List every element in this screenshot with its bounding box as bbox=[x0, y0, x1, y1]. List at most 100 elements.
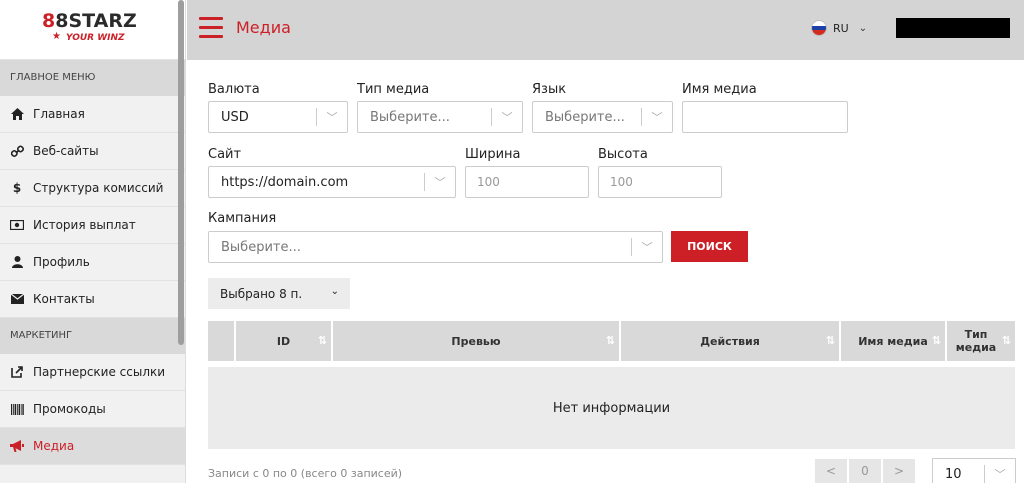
chevron-down-icon: ⌄ bbox=[858, 22, 868, 34]
chevron-down-icon: ﹀ bbox=[326, 111, 338, 124]
sidebar-item-label: Веб-сайты bbox=[33, 144, 99, 158]
sort-icon: ⇅ bbox=[605, 334, 615, 347]
currency-select[interactable]: USD ﹀ bbox=[208, 101, 348, 133]
sidebar-item-commission[interactable]: $ Структура комиссий bbox=[0, 170, 185, 207]
sidebar: 88STARZ ★ YOUR WINZ ГЛАВНОЕ МЕНЮ Главная… bbox=[0, 0, 186, 483]
media-type-select[interactable]: Выберите... ﹀ bbox=[357, 101, 523, 133]
hamburger-line bbox=[199, 35, 223, 38]
page-size-select[interactable]: 10 ﹀ bbox=[932, 458, 1016, 483]
sidebar-item-websites[interactable]: Веб-сайты bbox=[0, 133, 185, 170]
link-icon bbox=[9, 144, 25, 158]
sidebar-item-profile[interactable]: Профиль bbox=[0, 244, 185, 281]
sidebar-item-label: Контакты bbox=[33, 292, 95, 306]
barcode-icon bbox=[9, 403, 25, 415]
home-icon bbox=[9, 108, 25, 120]
width-placeholder: 100 bbox=[477, 175, 500, 189]
columns-selector-label: Выбрано 8 п. bbox=[220, 286, 303, 301]
site-label: Сайт bbox=[208, 147, 242, 162]
records-info: Записи с 0 по 0 (всего 0 записей) bbox=[208, 467, 403, 480]
column-header-label: ID bbox=[276, 334, 291, 348]
campaign-label: Кампания bbox=[208, 211, 277, 226]
campaign-placeholder: Выберите... bbox=[221, 239, 301, 255]
height-label: Высота bbox=[598, 147, 648, 162]
site-select[interactable]: https://domain.com ﹀ bbox=[208, 166, 456, 198]
width-input[interactable]: 100 bbox=[465, 166, 589, 198]
column-header-media-name[interactable]: Имя медиа ⇅ bbox=[841, 321, 947, 361]
site-value: https://domain.com bbox=[221, 174, 349, 190]
language-select[interactable]: Выберите... ﹀ bbox=[532, 101, 673, 133]
brand-logo[interactable]: 88STARZ ★ YOUR WINZ bbox=[0, 0, 185, 60]
sort-icon: ⇅ bbox=[1001, 334, 1011, 347]
column-header-label: Тип медиа bbox=[955, 328, 997, 354]
height-placeholder: 100 bbox=[610, 175, 633, 189]
table-header: ID ⇅ Превью ⇅ Действия ⇅ Имя медиа ⇅ Тип мед… bbox=[208, 321, 1015, 361]
column-header-label: Имя медиа bbox=[858, 334, 928, 348]
user-account-redacted[interactable] bbox=[896, 18, 1010, 38]
columns-selector-dropdown[interactable]: Выбрано 8 п. ⌄ bbox=[208, 278, 350, 309]
sidebar-item-affiliate-links[interactable]: Партнерские ссылки bbox=[0, 354, 185, 391]
section-header-main: ГЛАВНОЕ МЕНЮ bbox=[0, 60, 185, 96]
media-type-label: Тип медиа bbox=[357, 82, 430, 97]
media-type-placeholder: Выберите... bbox=[370, 109, 450, 125]
external-link-icon bbox=[9, 366, 25, 378]
star-icon: ★ bbox=[52, 31, 61, 42]
chevron-down-icon: ﹀ bbox=[994, 468, 1006, 481]
column-header-preview[interactable]: Превью ⇅ bbox=[333, 321, 621, 361]
media-name-input[interactable] bbox=[682, 101, 848, 133]
current-page[interactable]: 0 bbox=[848, 458, 882, 483]
column-header-select[interactable] bbox=[208, 321, 236, 361]
width-label: Ширина bbox=[465, 147, 521, 162]
sidebar-item-label: Промокоды bbox=[33, 402, 106, 416]
sidebar-scrollbar[interactable] bbox=[178, 0, 184, 345]
sidebar-item-label: Медиа bbox=[33, 439, 75, 453]
top-bar: Медиа RU ⌄ bbox=[187, 0, 1024, 60]
chevron-down-icon: ﹀ bbox=[651, 111, 663, 124]
money-icon bbox=[9, 220, 25, 230]
next-page-button[interactable]: > bbox=[882, 458, 916, 483]
prev-page-button[interactable]: < bbox=[814, 458, 848, 483]
sidebar-item-label: Главная bbox=[33, 107, 85, 121]
sidebar-item-label: Профиль bbox=[33, 255, 90, 269]
language-placeholder: Выберите... bbox=[545, 109, 625, 125]
currency-label: Валюта bbox=[208, 82, 260, 97]
column-header-label: Действия bbox=[700, 334, 760, 348]
bullhorn-icon bbox=[9, 440, 25, 452]
sidebar-item-home[interactable]: Главная bbox=[0, 96, 185, 133]
sidebar-item-label: История выплат bbox=[33, 218, 136, 232]
chevron-down-icon: ⌄ bbox=[330, 286, 339, 297]
sidebar-item-label: Структура комиссий bbox=[33, 181, 164, 195]
sort-icon: ⇅ bbox=[931, 334, 941, 347]
currency-value: USD bbox=[221, 109, 249, 125]
page-size-value: 10 bbox=[945, 466, 962, 482]
section-header-marketing: МАРКЕТИНГ bbox=[0, 318, 185, 354]
sidebar-item-media[interactable]: Медиа bbox=[0, 428, 185, 465]
table-empty-row: Нет информации bbox=[208, 367, 1015, 449]
column-header-label: Превью bbox=[451, 334, 501, 348]
campaign-select[interactable]: Выберите... ﹀ bbox=[208, 231, 663, 263]
hamburger-line bbox=[199, 26, 223, 29]
media-name-label: Имя медиа bbox=[682, 82, 757, 97]
envelope-icon bbox=[9, 294, 25, 304]
user-icon bbox=[9, 256, 25, 268]
chevron-down-icon: ﹀ bbox=[434, 176, 446, 189]
sidebar-item-contacts[interactable]: Контакты bbox=[0, 281, 185, 318]
language-label: Язык bbox=[532, 82, 567, 97]
page-title: Медиа bbox=[236, 18, 291, 37]
hamburger-icon bbox=[199, 17, 223, 20]
language-code: RU bbox=[833, 21, 849, 35]
chevron-down-icon: ﹀ bbox=[641, 241, 653, 254]
menu-toggle-button[interactable] bbox=[199, 17, 223, 39]
column-header-actions[interactable]: Действия ⇅ bbox=[621, 321, 841, 361]
sidebar-item-promocodes[interactable]: Промокоды bbox=[0, 391, 185, 428]
column-header-id[interactable]: ID ⇅ bbox=[236, 321, 333, 361]
logo-text: 88STARZ bbox=[42, 10, 137, 32]
sidebar-item-payouts[interactable]: История выплат bbox=[0, 207, 185, 244]
height-input[interactable]: 100 bbox=[598, 166, 722, 198]
sort-icon: ⇅ bbox=[317, 334, 327, 347]
dollar-icon: $ bbox=[12, 181, 22, 195]
sort-icon: ⇅ bbox=[825, 334, 835, 347]
column-header-media-type[interactable]: Тип медиа ⇅ bbox=[947, 321, 1015, 361]
search-button[interactable]: ПОИСК bbox=[671, 231, 748, 262]
empty-message: Нет информации bbox=[552, 400, 671, 416]
language-selector[interactable]: RU ⌄ bbox=[811, 20, 867, 36]
